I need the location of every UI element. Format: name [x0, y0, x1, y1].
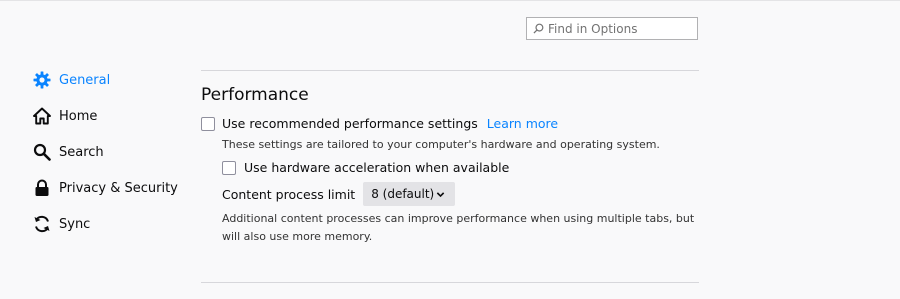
- lock-icon: [33, 179, 51, 197]
- recommended-settings-label[interactable]: Use recommended performance settings: [222, 116, 478, 131]
- sidebar-item-label: Home: [59, 108, 98, 124]
- hardware-acceleration-row: Use hardware acceleration when available: [222, 160, 509, 175]
- sidebar-item-sync[interactable]: Sync: [33, 206, 178, 242]
- sidebar-item-label: Search: [59, 144, 104, 160]
- search-box[interactable]: [526, 17, 698, 40]
- sidebar-item-search[interactable]: Search: [33, 134, 178, 170]
- learn-more-link[interactable]: Learn more: [487, 116, 558, 131]
- sidebar-item-privacy[interactable]: Privacy & Security: [33, 170, 178, 206]
- sidebar-item-label: Sync: [59, 216, 91, 232]
- recommended-settings-checkbox[interactable]: [201, 116, 215, 131]
- sidebar-item-general[interactable]: General: [33, 62, 178, 98]
- sidebar-item-home[interactable]: Home: [33, 98, 178, 134]
- hardware-acceleration-checkbox[interactable]: [222, 160, 236, 175]
- top-border: [0, 0, 900, 1]
- process-limit-value: 8 (default): [371, 187, 435, 201]
- section-divider: [201, 70, 699, 71]
- search-icon: [33, 143, 51, 161]
- home-icon: [33, 107, 51, 125]
- search-input[interactable]: [548, 21, 688, 36]
- search-icon: [533, 23, 544, 34]
- process-limit-note: Additional content processes can improve…: [222, 212, 695, 243]
- gear-icon: [33, 71, 51, 89]
- recommended-settings-note: These settings are tailored to your comp…: [222, 138, 660, 151]
- chevron-down-icon: [436, 191, 445, 197]
- sidebar-item-label: Privacy & Security: [59, 180, 178, 196]
- process-limit-select[interactable]: 8 (default): [363, 182, 456, 206]
- sidebar-item-label: General: [59, 72, 111, 88]
- process-limit-row: Content process limit 8 (default): [222, 182, 456, 206]
- section-title: Performance: [201, 85, 309, 105]
- sync-icon: [33, 215, 51, 233]
- section-divider-bottom: [201, 282, 699, 283]
- sidebar: General Home Search Privacy & Security S…: [33, 62, 178, 242]
- hardware-acceleration-label[interactable]: Use hardware acceleration when available: [244, 160, 509, 175]
- recommended-settings-row: Use recommended performance settings Lea…: [201, 116, 558, 131]
- process-limit-label: Content process limit: [222, 186, 356, 202]
